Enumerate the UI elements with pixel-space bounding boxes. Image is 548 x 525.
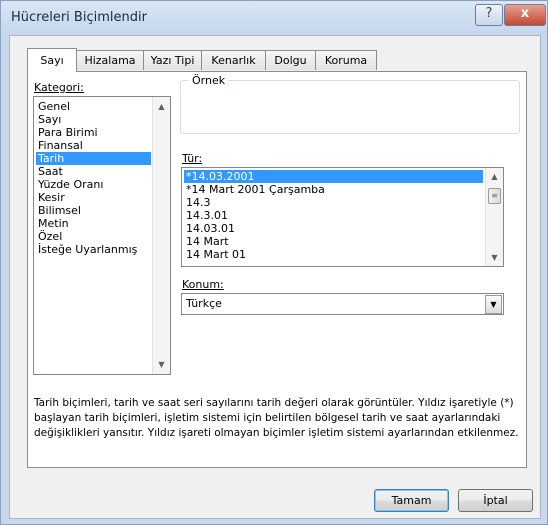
tab-font[interactable]: Yazı Tipi — [143, 50, 202, 70]
scroll-up-icon[interactable]: ▲ — [153, 99, 170, 114]
type-item[interactable]: *14 Mart 2001 Çarşamba — [184, 183, 483, 196]
type-listbox[interactable]: *14.03.2001 *14 Mart 2001 Çarşamba 14.3 … — [181, 167, 504, 267]
tab-alignment[interactable]: Hizalama — [76, 50, 144, 70]
tab-fill[interactable]: Dolgu — [265, 50, 316, 70]
title-bar[interactable]: Hücreleri Biçimlendir ? x — [1, 1, 547, 35]
category-label: Kategori: — [34, 81, 84, 94]
format-cells-dialog: Hücreleri Biçimlendir ? x Sayı Hizalama … — [0, 0, 548, 525]
category-item-text[interactable]: Metin — [36, 217, 151, 230]
category-item-percentage[interactable]: Yüzde Oranı — [36, 178, 151, 191]
tab-number[interactable]: Sayı — [27, 48, 77, 72]
locale-label: Konum: — [182, 278, 224, 291]
dialog-body: Sayı Hizalama Yazı Tipi Kenarlık Dolgu K… — [9, 35, 541, 519]
sample-group: Örnek — [180, 74, 520, 134]
scroll-thumb[interactable]: ≡ — [488, 188, 501, 204]
type-item[interactable]: *14.03.2001 — [184, 170, 483, 183]
format-description: Tarih biçimleri, tarih ve saat seri sayı… — [34, 396, 524, 441]
category-item-custom[interactable]: İsteğe Uyarlanmış — [36, 243, 151, 256]
cancel-button[interactable]: İptal — [458, 489, 533, 512]
category-item-date[interactable]: Tarih — [36, 152, 151, 165]
chevron-down-icon[interactable]: ▼ — [485, 295, 502, 314]
tab-protection[interactable]: Koruma — [315, 50, 377, 70]
close-icon: x — [520, 6, 530, 21]
type-item[interactable]: 14.03.01 — [184, 222, 483, 235]
description-line: başlayan tarih biçimleri, işletim sistem… — [34, 412, 501, 424]
number-tab-panel: Kategori: Genel Sayı Para Birimi Finansa… — [27, 71, 527, 468]
category-item-currency[interactable]: Para Birimi — [36, 126, 151, 139]
tab-border[interactable]: Kenarlık — [201, 50, 266, 70]
sample-label: Örnek — [189, 74, 229, 87]
type-scrollbar[interactable]: ▲ ≡ ▼ — [485, 168, 503, 266]
window-title: Hücreleri Biçimlendir — [11, 10, 147, 25]
category-item-general[interactable]: Genel — [36, 100, 151, 113]
scroll-down-icon[interactable]: ▼ — [486, 250, 503, 265]
locale-value: Türkçe — [186, 297, 222, 310]
category-item-fraction[interactable]: Kesir — [36, 191, 151, 204]
category-item-scientific[interactable]: Bilimsel — [36, 204, 151, 217]
description-line: Tarih biçimleri, tarih ve saat seri sayı… — [34, 397, 514, 409]
type-item[interactable]: 14 Mart — [184, 235, 483, 248]
category-item-number[interactable]: Sayı — [36, 113, 151, 126]
type-label: Tür: — [182, 152, 203, 165]
type-item[interactable]: 14.3.01 — [184, 209, 483, 222]
category-item-time[interactable]: Saat — [36, 165, 151, 178]
type-item[interactable]: 14 Mart 01 — [184, 248, 483, 261]
category-listbox[interactable]: Genel Sayı Para Birimi Finansal Tarih Sa… — [33, 96, 171, 375]
category-scrollbar[interactable]: ▲ ▼ — [152, 97, 170, 374]
scroll-up-icon[interactable]: ▲ — [486, 169, 503, 184]
close-button[interactable]: x — [504, 4, 546, 26]
category-item-special[interactable]: Özel — [36, 230, 151, 243]
description-line: değişiklikleri yansıtır. Yıldız işareti … — [34, 427, 519, 439]
type-item[interactable]: 14.3 — [184, 196, 483, 209]
scroll-down-icon[interactable]: ▼ — [153, 357, 170, 372]
locale-select[interactable]: Türkçe ▼ — [181, 293, 504, 315]
ok-button[interactable]: Tamam — [374, 489, 449, 512]
help-icon: ? — [485, 6, 493, 21]
category-item-accounting[interactable]: Finansal — [36, 139, 151, 152]
help-button[interactable]: ? — [475, 4, 503, 26]
